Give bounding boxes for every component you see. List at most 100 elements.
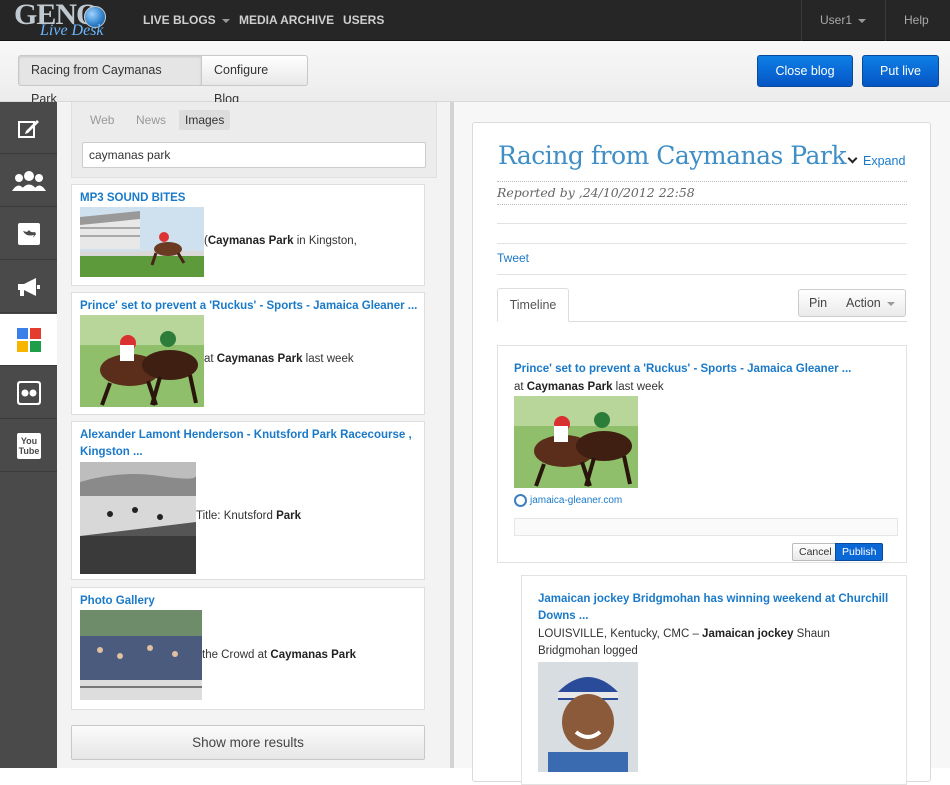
result-thumbnail[interactable] <box>80 207 204 277</box>
chevron-down-icon <box>886 301 895 306</box>
action-label: Action <box>846 296 881 310</box>
comment-field[interactable] <box>514 518 898 536</box>
divider <box>497 274 907 275</box>
tab-configure-blog[interactable]: Configure Blog <box>202 55 308 106</box>
result-thumbnail[interactable] <box>80 315 204 407</box>
result-card[interactable]: MP3 SOUND BITES (Caymanas Park in Kingst… <box>71 184 425 286</box>
post-source[interactable]: jamaica-gleaner.com <box>514 492 622 509</box>
put-live-label: Put live <box>880 64 921 78</box>
user-name: User1 <box>820 13 853 27</box>
action-dropdown[interactable]: Action <box>836 289 906 317</box>
post-title[interactable]: Prince' set to prevent a 'Ruckus' - Spor… <box>514 361 851 378</box>
expand-link[interactable]: Expand <box>847 153 906 168</box>
sidebar-item-edit[interactable] <box>0 102 57 154</box>
timeline-post[interactable]: Jamaican jockey Bridgmohan has winning w… <box>521 575 907 785</box>
nav-media-archive[interactable]: MEDIA ARCHIVE <box>239 0 334 41</box>
result-snippet: at Caymanas Park last week <box>204 353 354 365</box>
svg-text:Tube: Tube <box>18 446 39 456</box>
result-title-cont[interactable]: Kingston ... <box>80 444 143 461</box>
sidebar-item-users[interactable] <box>0 155 57 207</box>
search-box: Web News Images caymanas park <box>71 102 437 178</box>
chevron-down-icon <box>847 153 858 164</box>
post-snippet: LOUISVILLE, Kentucky, CMC – Jamaican joc… <box>538 628 830 640</box>
result-thumbnail[interactable] <box>80 462 196 574</box>
blog-card: Racing from Caymanas Park Expand Reporte… <box>472 122 931 785</box>
result-title[interactable]: Prince' set to prevent a 'Ruckus' - Spor… <box>80 298 417 315</box>
result-snippet: (Caymanas Park in Kingston, <box>204 235 357 247</box>
post-image <box>538 662 638 772</box>
app-logo[interactable]: GENO Live Desk <box>14 0 120 40</box>
top-navigation-bar: GENO Live Desk LIVE BLOGS MEDIA ARCHIVE … <box>0 0 950 41</box>
result-card[interactable]: Alexander Lamont Henderson - Knutsford P… <box>71 421 425 580</box>
nav-users-label: USERS <box>343 13 385 27</box>
result-card[interactable]: Prince' set to prevent a 'Ruckus' - Spor… <box>71 292 425 415</box>
search-panel: Web News Images caymanas park MP3 SOUND … <box>57 102 450 768</box>
megaphone-icon <box>17 277 40 296</box>
timeline-post-draft[interactable]: Prince' set to prevent a 'Ruckus' - Spor… <box>497 345 907 563</box>
blog-toolbar: Racing from Caymanas Park Configure Blog… <box>0 41 950 106</box>
tab-web[interactable]: Web <box>84 110 120 130</box>
user-menu[interactable]: User1 <box>801 0 885 41</box>
tab-blog-content[interactable]: Racing from Caymanas Park <box>18 55 202 106</box>
tab-images[interactable]: Images <box>179 110 231 130</box>
sidebar-item-announce[interactable] <box>0 261 57 313</box>
racecourse-archive-image <box>80 462 196 574</box>
post-title-cont[interactable]: Downs ... <box>538 608 588 625</box>
google-icon <box>16 327 41 352</box>
show-more-results-button[interactable]: Show more results <box>71 725 425 760</box>
tab-news[interactable]: News <box>130 110 172 130</box>
tab-timeline[interactable]: Timeline <box>497 288 569 322</box>
result-card[interactable]: Photo Gallery the Crowd at Caymanas Park <box>71 587 425 710</box>
post-snippet-cont: Bridgmohan logged <box>538 645 638 657</box>
nav-live-blogs[interactable]: LIVE BLOGS <box>143 0 230 41</box>
sidebar-item-youtube[interactable]: You Tube <box>0 420 57 472</box>
result-snippet: Title: Knutsford Park <box>196 510 302 522</box>
close-blog-label: Close blog <box>775 64 835 78</box>
search-input[interactable]: caymanas park <box>82 142 426 168</box>
logo-subtitle: Live Desk <box>40 22 104 39</box>
result-title[interactable]: MP3 SOUND BITES <box>80 190 185 207</box>
jockey-portrait-image <box>538 662 638 772</box>
post-image <box>514 396 638 488</box>
sidebar-item-flickr[interactable] <box>0 367 57 419</box>
race-grandstand-image <box>80 207 204 277</box>
source-label: jamaica-gleaner.com <box>530 495 623 506</box>
tab-configure-label: Configure Blog <box>214 63 269 106</box>
post-title[interactable]: Jamaican jockey Bridgmohan has winning w… <box>538 591 888 608</box>
pin-button[interactable]: Pin <box>798 289 839 317</box>
help-label: Help <box>904 13 929 27</box>
expand-label: Expand <box>863 154 906 168</box>
blog-title: Racing from Caymanas Park <box>498 141 847 170</box>
blog-panel: Racing from Caymanas Park Expand Reporte… <box>454 102 950 785</box>
nav-users[interactable]: USERS <box>343 0 384 41</box>
source-icon <box>514 493 527 507</box>
nav-live-blogs-label: LIVE BLOGS <box>143 13 216 27</box>
reported-by: Reported by ,24/10/2012 22:58 <box>497 181 907 205</box>
horse-race-image <box>514 396 638 488</box>
close-blog-button[interactable]: Close blog <box>757 55 853 87</box>
result-snippet: the Crowd at Caymanas Park <box>202 649 357 661</box>
result-title[interactable]: Alexander Lamont Henderson - Knutsford P… <box>80 427 412 444</box>
publish-button[interactable]: Publish <box>835 543 884 561</box>
chevron-down-icon <box>858 18 867 23</box>
put-live-button[interactable]: Put live <box>862 55 939 87</box>
cancel-button[interactable]: Cancel <box>792 543 839 561</box>
post-snippet: at Caymanas Park last week <box>514 381 664 393</box>
divider <box>497 243 907 244</box>
sidebar-item-twitter[interactable] <box>0 208 57 260</box>
horse-race-image <box>80 315 204 407</box>
help-link[interactable]: Help <box>885 0 950 41</box>
twitter-icon <box>17 222 40 245</box>
source-sidebar: You Tube <box>0 102 57 768</box>
tweet-link[interactable]: Tweet <box>497 251 529 265</box>
nav-media-archive-label: MEDIA ARCHIVE <box>239 13 335 27</box>
tab-blog-content-label: Racing from Caymanas Park <box>31 63 162 106</box>
svg-text:You: You <box>20 436 36 446</box>
crowd-image <box>80 610 202 700</box>
result-title[interactable]: Photo Gallery <box>80 593 155 610</box>
chevron-down-icon <box>221 18 230 23</box>
users-icon <box>11 170 46 191</box>
edit-icon <box>17 119 39 138</box>
sidebar-item-google[interactable] <box>0 314 57 366</box>
result-thumbnail[interactable] <box>80 610 202 700</box>
